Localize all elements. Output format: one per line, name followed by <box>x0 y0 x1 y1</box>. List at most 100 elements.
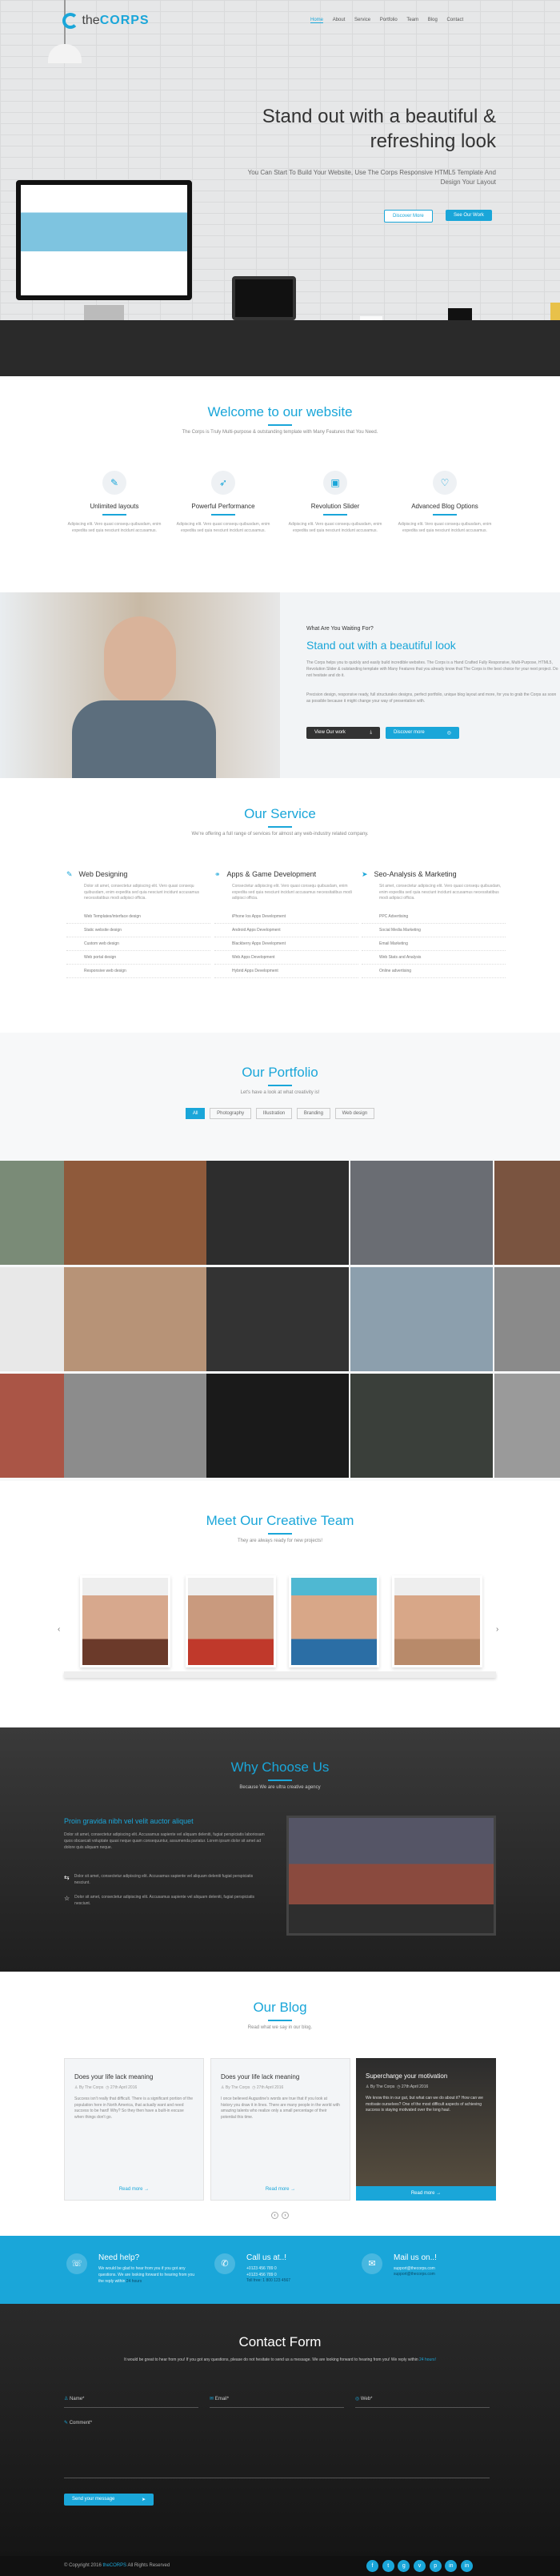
portfolio-item[interactable] <box>64 1267 206 1371</box>
portfolio-item[interactable] <box>350 1267 493 1371</box>
title-underline <box>268 2020 292 2021</box>
why-video-thumbnail[interactable] <box>286 1816 496 1936</box>
filter-photography[interactable]: Photography <box>210 1108 252 1119</box>
nav-contact[interactable]: Contact <box>446 18 463 22</box>
blog-post-title[interactable]: Does your life lack meaning <box>74 2073 194 2080</box>
service-list-item: Online advertising <box>362 965 506 978</box>
blog-post-excerpt: We know this in our gut, but what can we… <box>366 2096 483 2113</box>
see-our-work-button[interactable]: See Our Work <box>446 210 492 221</box>
main-nav: Home About Service Portfolio Team Blog C… <box>302 18 463 23</box>
nav-service[interactable]: Service <box>354 18 370 22</box>
portfolio-item[interactable] <box>350 1374 493 1478</box>
blog-subtitle: Read what we say in our blog. <box>247 2025 313 2030</box>
portfolio-item[interactable] <box>206 1374 349 1478</box>
carousel-next-icon[interactable]: › <box>496 1625 498 1634</box>
contact-link[interactable]: 24 hours! <box>419 2357 436 2362</box>
blog-section: Our Blog Read what we say in our blog. D… <box>0 1972 560 2236</box>
portfolio-item[interactable] <box>494 1161 560 1265</box>
nav-about[interactable]: About <box>333 18 346 22</box>
portfolio-item[interactable] <box>206 1267 349 1371</box>
view-our-work-button[interactable]: View Our work ⤓ <box>306 727 380 739</box>
filter-branding[interactable]: Branding <box>296 1108 330 1119</box>
portfolio-subtitle: Let's have a look at what creativity is! <box>240 1090 320 1095</box>
filter-web-design[interactable]: Web design <box>334 1108 375 1119</box>
nav-portfolio[interactable]: Portfolio <box>380 18 398 22</box>
contact-text-body: It would be great to hear from you! If y… <box>124 2357 418 2362</box>
read-more-link[interactable]: Read more → <box>356 2186 496 2201</box>
team-member-photo[interactable] <box>186 1575 276 1667</box>
team-member-photo[interactable] <box>80 1575 170 1667</box>
welcome-section: Welcome to our website The Corps is Trul… <box>0 376 560 592</box>
filter-all[interactable]: All <box>185 1108 206 1119</box>
info-title: Need help? <box>98 2253 140 2262</box>
nav-blog[interactable]: Blog <box>428 18 438 22</box>
feature-title: Powerful Performance <box>191 503 255 510</box>
portfolio-item[interactable] <box>494 1267 560 1371</box>
why-heading: Proin gravida nibh vel velit auctor aliq… <box>64 1817 194 1825</box>
blog-post-author: By The Corps <box>78 2085 104 2090</box>
linkedin-icon[interactable]: in <box>445 2560 458 2572</box>
email-field[interactable]: ✉ Email* <box>210 2392 344 2408</box>
service-list: PPC Advertising Social Media Marketing E… <box>362 910 506 978</box>
ruler-icon: ✎ <box>102 471 126 495</box>
portfolio-grid <box>0 1161 560 1481</box>
discover-more-about-button[interactable]: Discover more ◎ <box>386 727 459 739</box>
send-message-button[interactable]: Send your message ➤ <box>64 2494 154 2506</box>
portfolio-item[interactable] <box>0 1267 64 1371</box>
logo[interactable]: theCORPS <box>62 13 150 29</box>
service-list-item: Web portal design <box>66 951 210 965</box>
team-member-photo[interactable] <box>392 1575 482 1667</box>
info-link[interactable]: Toll free: 1 800 123 4567 <box>246 2278 342 2283</box>
hero-title: Stand out with a beautiful & refreshing … <box>262 106 496 153</box>
comment-field[interactable]: ✎ Comment* <box>64 2416 490 2478</box>
team-title: Meet Our Creative Team <box>206 1513 354 1528</box>
blog-next-button[interactable]: › <box>282 2212 289 2219</box>
name-field[interactable]: ♙ Name* <box>64 2392 198 2408</box>
portfolio-item[interactable] <box>350 1161 493 1265</box>
pinterest-icon[interactable]: p <box>429 2560 442 2572</box>
star-icon: ☆ <box>64 1895 70 1902</box>
info-link[interactable]: 24 hours <box>126 2279 142 2284</box>
portfolio-item[interactable] <box>0 1161 64 1265</box>
email-placeholder: Email* <box>214 2397 230 2401</box>
google-plus-icon[interactable]: g <box>398 2560 410 2572</box>
discover-more-button[interactable]: Discover More <box>384 210 433 223</box>
service-list-item: Web Apps Development <box>214 951 358 965</box>
mail-icon: ✉ <box>362 2253 382 2274</box>
portfolio-item[interactable] <box>494 1374 560 1478</box>
service-list-item: Social Media Marketing <box>362 924 506 937</box>
nav-home[interactable]: Home <box>310 18 324 23</box>
instagram-icon[interactable]: in <box>461 2560 474 2572</box>
nav-team[interactable]: Team <box>406 18 418 22</box>
title-underline <box>268 1085 292 1086</box>
twitter-icon[interactable]: t <box>382 2560 394 2572</box>
carousel-prev-icon[interactable]: ‹ <box>58 1625 60 1634</box>
service-column: ⚭ Apps & Game Development Consectetur adi… <box>214 870 358 978</box>
read-more-link[interactable]: Read more → <box>211 2187 350 2192</box>
portfolio-item[interactable] <box>64 1161 206 1265</box>
facebook-icon[interactable]: f <box>366 2560 378 2572</box>
filter-illustration[interactable]: Illustration <box>255 1108 293 1119</box>
blog-prev-button[interactable]: ‹ <box>271 2212 278 2219</box>
blog-post-title[interactable]: Supercharge your motivation <box>366 2072 486 2080</box>
vimeo-icon[interactable]: v <box>414 2560 426 2572</box>
info-link[interactable]: support@thecorps.com <box>394 2272 490 2277</box>
user-icon: ♙ <box>64 2397 70 2401</box>
arrow-right-icon: → <box>436 2191 442 2196</box>
pencil-icon: ✎ <box>66 870 73 878</box>
view-our-work-label: View Our work <box>314 730 346 735</box>
ring-icon: ◎ <box>446 731 451 736</box>
arrow-right-icon: → <box>290 2187 296 2192</box>
footer-brand[interactable]: theCORPS <box>102 2563 126 2568</box>
feature-text: Adipiscing elit. Vero quasi consequ quib… <box>176 522 270 533</box>
team-member-photo[interactable] <box>289 1575 379 1667</box>
copyright-text: © Copyright 2016 <box>64 2563 102 2568</box>
blog-post-title[interactable]: Does your life lack meaning <box>221 2073 340 2080</box>
portfolio-item[interactable] <box>206 1161 349 1265</box>
info-text: +0123 456 789 0 +0123 456 789 0 <box>246 2266 277 2277</box>
portfolio-item[interactable] <box>0 1374 64 1478</box>
feature-text: Adipiscing elit. Vero quasi consequ quib… <box>288 522 382 533</box>
portfolio-item[interactable] <box>64 1374 206 1478</box>
read-more-link[interactable]: Read more → <box>65 2187 203 2192</box>
web-field[interactable]: ◎ Web* <box>355 2392 490 2408</box>
